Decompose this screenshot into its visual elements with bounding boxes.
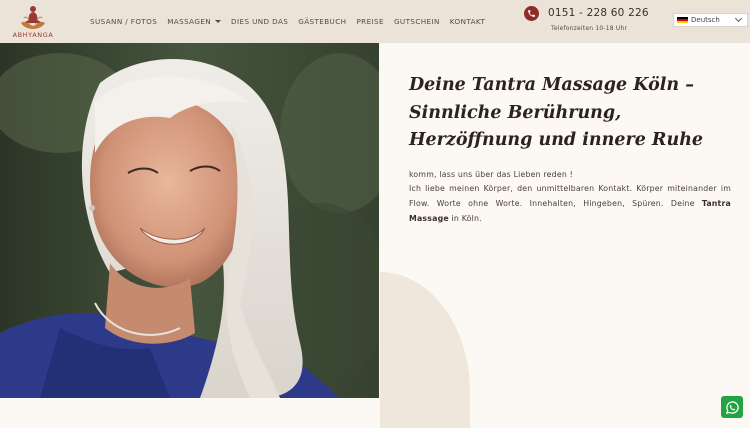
german-flag-icon [677,16,688,24]
nav-label: KONTAKT [449,17,486,26]
nav-label: GUTSCHEIN [393,17,440,26]
nav-item-gutschein[interactable]: GUTSCHEIN [394,17,440,26]
site-header: ABHYANGA SUSANN / FOTOS MASSAGEN DIES UN… [0,0,750,43]
page-title: Deine Tantra Massage Köln – Sinnliche Be… [409,75,704,150]
nav-label: SUSANN / FOTOS [90,17,158,26]
nav-item-preise[interactable]: PREISE [356,17,384,26]
logo[interactable]: ABHYANGA [11,4,55,40]
body-text-end: in Köln. [448,214,482,223]
nav-item-kontakt[interactable]: KONTAKT [450,17,485,26]
body-text-start: Ich liebe meinen Körper, den unmittelbar… [409,184,731,208]
whatsapp-icon[interactable] [721,396,743,418]
chevron-down-icon [734,14,743,23]
main-nav: SUSANN / FOTOS MASSAGEN DIES UND DAS GÄS… [90,0,495,43]
phone-hours: Telefonzeiten 10-18 Uhr [551,25,628,32]
nav-item-massagen[interactable]: MASSAGEN [167,17,222,26]
phone-number[interactable]: 0151 - 228 60 226 [548,7,649,19]
phone-icon[interactable] [524,6,539,21]
nav-label: DIES UND DAS [231,17,289,26]
logo-text: ABHYANGA [12,31,54,39]
chevron-down-icon [215,20,222,23]
lotus-figure-icon [21,6,45,29]
nav-label: GÄSTEBUCH [298,17,347,26]
nav-item-dies-und-das[interactable]: DIES UND DAS [231,17,288,26]
nav-item-gaestebuch[interactable]: GÄSTEBUCH [298,17,346,26]
nav-label: PREISE [356,17,384,26]
body-text: Ich liebe meinen Körper, den unmittelbar… [409,181,731,226]
nav-label: MASSAGEN [167,17,212,26]
nav-item-susann-fotos[interactable]: SUSANN / FOTOS [90,17,157,26]
intro-text: komm, lass uns über das Lieben reden ! [409,170,573,179]
language-selector[interactable]: Deutsch [673,13,748,27]
decorative-shape [380,272,470,428]
portrait-photo [0,43,379,398]
language-label: Deutsch [691,16,720,24]
